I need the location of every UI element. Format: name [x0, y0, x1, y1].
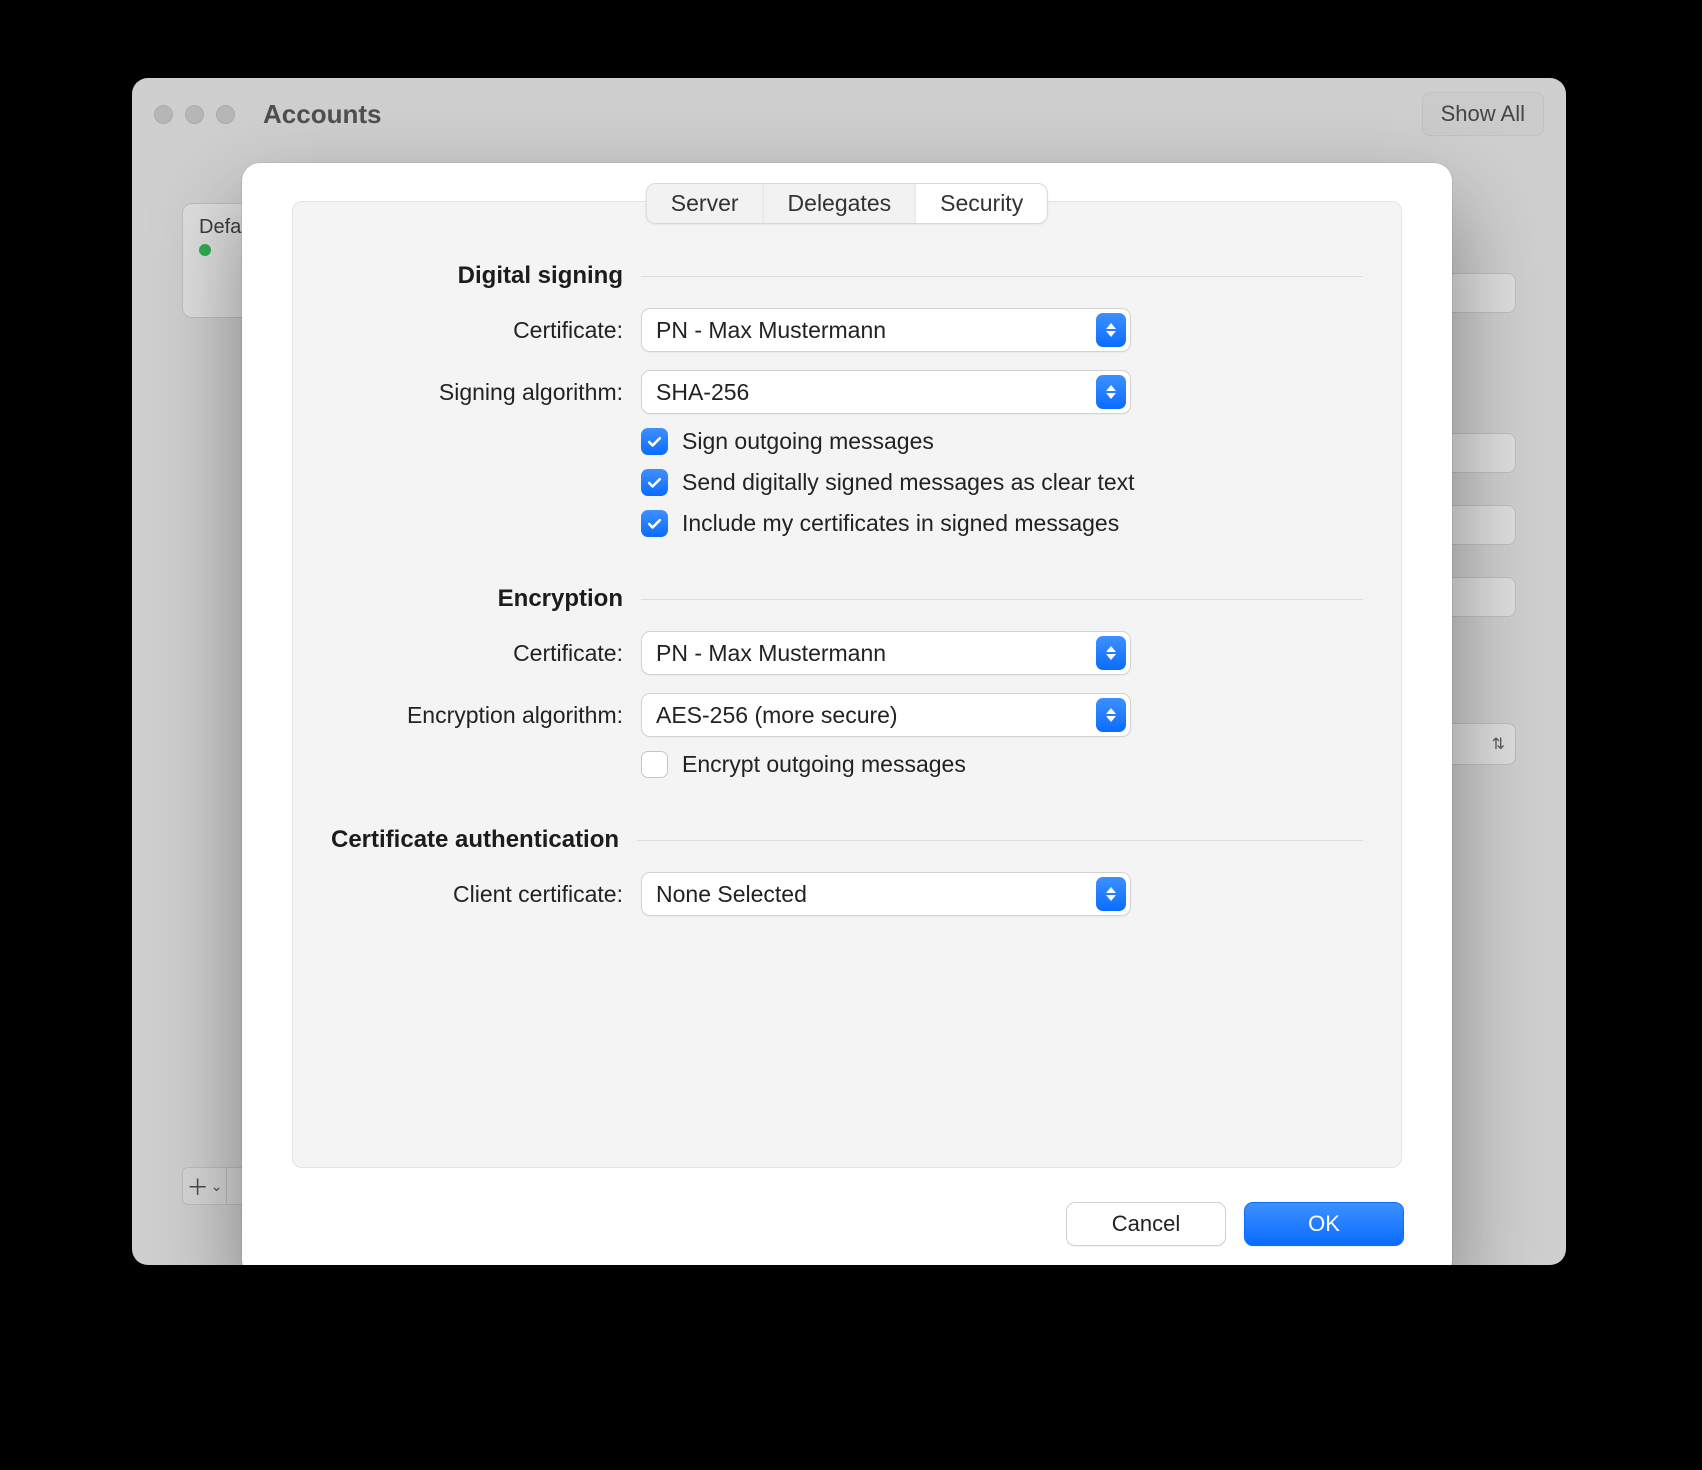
checkbox-label: Sign outgoing messages: [682, 428, 934, 455]
signing-algorithm-label: Signing algorithm:: [331, 379, 623, 406]
show-all-button[interactable]: Show All: [1422, 92, 1544, 136]
checkbox-unchecked-icon: [641, 751, 668, 778]
close-window-icon[interactable]: [154, 105, 173, 124]
chevron-down-icon: ⌄: [211, 1178, 223, 1195]
section-encryption: Encryption: [331, 585, 1363, 613]
tab-server[interactable]: Server: [647, 184, 764, 223]
signing-certificate-popup[interactable]: PN - Max Mustermann: [641, 308, 1131, 352]
client-certificate-label: Client certificate:: [331, 881, 623, 908]
popup-value: PN - Max Mustermann: [656, 317, 886, 344]
section-header-label: Digital signing: [331, 262, 623, 290]
minimize-window-icon[interactable]: [185, 105, 204, 124]
sidebar-item-label: Defa: [199, 216, 241, 238]
sheet-body: Server Delegates Security Digital signin…: [292, 201, 1402, 1168]
clear-text-checkbox-row[interactable]: Send digitally signed messages as clear …: [641, 469, 1363, 496]
security-form: Digital signing Certificate: PN - Max Mu…: [331, 262, 1363, 916]
encryption-algorithm-label: Encryption algorithm:: [331, 702, 623, 729]
window-traffic-lights: [154, 105, 235, 124]
checkbox-label: Include my certificates in signed messag…: [682, 510, 1119, 537]
sign-outgoing-checkbox-row[interactable]: Sign outgoing messages: [641, 428, 1363, 455]
include-certs-checkbox-row[interactable]: Include my certificates in signed messag…: [641, 510, 1363, 537]
accounts-window: Accounts Show All Defa ⇅ ＋ ⌄ − Se: [132, 78, 1566, 1265]
popup-value: SHA-256: [656, 379, 749, 406]
updown-icon: [1096, 877, 1126, 911]
divider: [641, 599, 1363, 600]
status-dot-icon: [199, 244, 211, 256]
checkbox-checked-icon: [641, 428, 668, 455]
encryption-certificate-popup[interactable]: PN - Max Mustermann: [641, 631, 1131, 675]
window-title: Accounts: [263, 99, 381, 130]
updown-icon: [1096, 698, 1126, 732]
popup-value: None Selected: [656, 881, 807, 908]
sheet-tabs: Server Delegates Security: [646, 183, 1048, 224]
section-header-label: Certificate authentication: [331, 826, 619, 854]
security-sheet: Server Delegates Security Digital signin…: [242, 163, 1452, 1265]
divider: [641, 276, 1363, 277]
checkbox-label: Send digitally signed messages as clear …: [682, 469, 1135, 496]
client-certificate-popup[interactable]: None Selected: [641, 872, 1131, 916]
tab-delegates[interactable]: Delegates: [764, 184, 917, 223]
sheet-button-row: Cancel OK: [1066, 1202, 1404, 1246]
plus-icon: ＋: [187, 1170, 209, 1202]
encryption-certificate-label: Certificate:: [331, 640, 623, 667]
cancel-button[interactable]: Cancel: [1066, 1202, 1226, 1246]
section-header-label: Encryption: [331, 585, 623, 613]
tab-security[interactable]: Security: [916, 184, 1047, 223]
updown-icon: [1096, 375, 1126, 409]
divider: [637, 840, 1363, 841]
updown-icon: ⇅: [1492, 734, 1505, 754]
updown-icon: [1096, 313, 1126, 347]
popup-value: AES-256 (more secure): [656, 702, 898, 729]
window-titlebar: Accounts Show All: [132, 78, 1566, 150]
add-account-button[interactable]: ＋ ⌄: [183, 1168, 227, 1204]
zoom-window-icon[interactable]: [216, 105, 235, 124]
updown-icon: [1096, 636, 1126, 670]
encrypt-outgoing-checkbox-row[interactable]: Encrypt outgoing messages: [641, 751, 1363, 778]
checkbox-checked-icon: [641, 469, 668, 496]
popup-value: PN - Max Mustermann: [656, 640, 886, 667]
encryption-algorithm-popup[interactable]: AES-256 (more secure): [641, 693, 1131, 737]
section-digital-signing: Digital signing: [331, 262, 1363, 290]
signing-algorithm-popup[interactable]: SHA-256: [641, 370, 1131, 414]
ok-button[interactable]: OK: [1244, 1202, 1404, 1246]
checkbox-checked-icon: [641, 510, 668, 537]
section-cert-auth: Certificate authentication: [331, 826, 1363, 854]
signing-certificate-label: Certificate:: [331, 317, 623, 344]
checkbox-label: Encrypt outgoing messages: [682, 751, 966, 778]
